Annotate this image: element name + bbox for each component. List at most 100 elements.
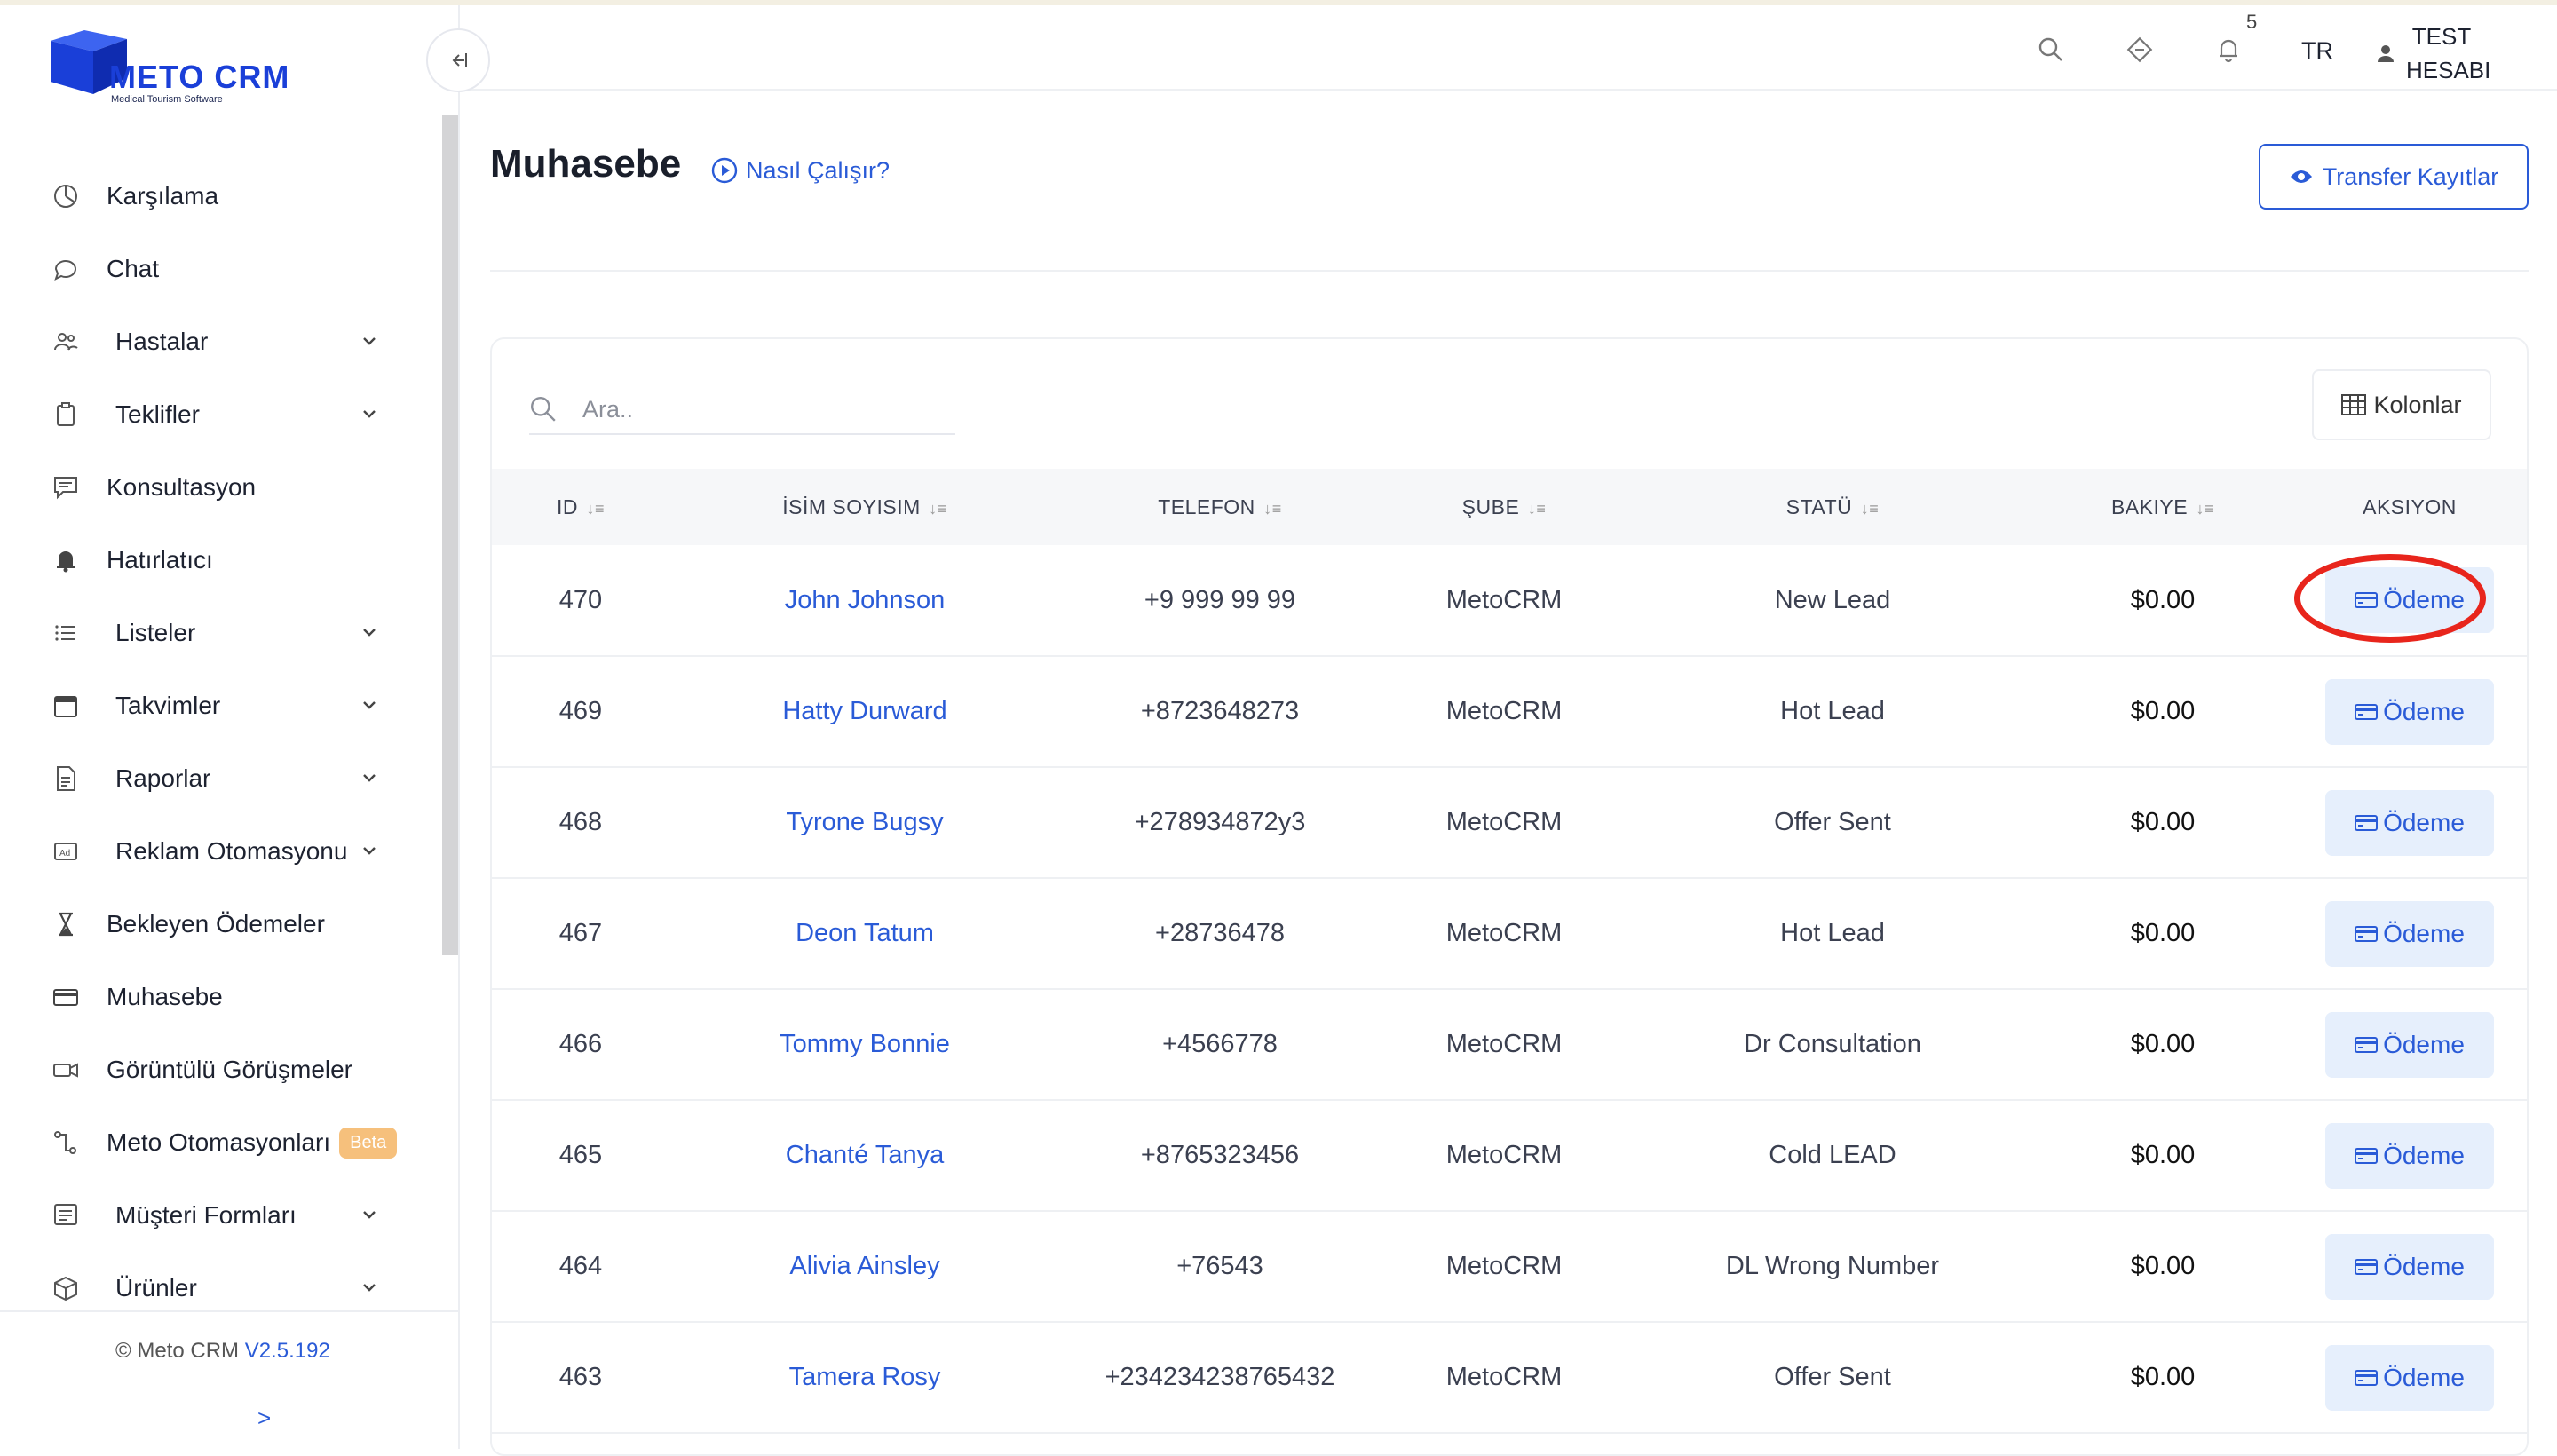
sidebar-item-label: Konsultasyon [107, 473, 257, 501]
cell-status: Cold LEAD [1769, 1141, 1896, 1169]
collapse-sidebar-button[interactable] [426, 28, 490, 92]
patient-name-link[interactable]: Chanté Tanya [669, 1100, 1060, 1211]
page-title: Muhasebe [490, 142, 682, 186]
payment-button[interactable]: Ödeme [2325, 1344, 2494, 1411]
patient-name-link[interactable]: Tamera Rosy [669, 1322, 1060, 1433]
sidebar-item-takvimler[interactable]: Takvimler [0, 669, 440, 742]
payment-button-label: Ödeme [2383, 697, 2465, 725]
list-icon [50, 617, 82, 649]
column-header-status[interactable]: STATÜ ↓≡ [1628, 469, 2037, 545]
column-header-balance[interactable]: BAKIYE ↓≡ [2037, 469, 2289, 545]
how-it-works-link[interactable]: Nasıl Çalışır? [710, 156, 890, 185]
payment-button[interactable]: Ödeme [2325, 678, 2494, 745]
table-row: 464 Alivia Ainsley +76543 MetoCRM DL Wrong N… [492, 1211, 2527, 1322]
column-header-label: STATÜ [1785, 495, 1853, 518]
cell-status: Hot Lead [1780, 697, 1885, 725]
payment-button-label: Ödeme [2383, 919, 2465, 947]
payment-button[interactable]: Ödeme [2325, 1011, 2494, 1078]
ad-icon: Ad [50, 835, 82, 867]
sidebar-item-karsilama[interactable]: Karşılama [0, 160, 440, 233]
sidebar-item-bekleyen-odemeler[interactable]: Bekleyen Ödemeler [0, 888, 440, 961]
column-header-label: ID [556, 495, 578, 518]
payment-button[interactable]: Ödeme [2325, 567, 2494, 633]
sidebar-item-label: Ürünler [115, 1274, 197, 1302]
sidebar-item-hastalar[interactable]: Hastalar [0, 305, 440, 378]
chevron-down-icon[interactable] [359, 330, 380, 352]
patient-name-link[interactable]: Tommy Bonnie [669, 989, 1060, 1100]
sidebar-item-konsultasyon[interactable]: Konsultasyon [0, 451, 440, 524]
transfer-records-button[interactable]: Transfer Kayıtlar [2259, 144, 2529, 210]
chevron-down-icon[interactable] [359, 1204, 380, 1225]
notification-count: 5 [2246, 11, 2258, 33]
chevron-down-icon[interactable] [359, 1277, 380, 1298]
sort-icon[interactable]: ↓≡ [1856, 500, 1879, 518]
user-menu[interactable]: TEST HESABI [2376, 20, 2491, 87]
payment-button[interactable]: Ödeme [2325, 900, 2494, 967]
sidebar-item-label: Muhasebe [107, 983, 223, 1010]
expand-sidebar-button[interactable]: > [257, 1405, 271, 1432]
cell-balance: $0.00 [2130, 1141, 2196, 1169]
sidebar-item-raporlar[interactable]: Raporlar [0, 742, 440, 815]
column-header-phone[interactable]: TELEFON ↓≡ [1060, 469, 1380, 545]
cell-phone: +8765323456 [1140, 1141, 1300, 1169]
svg-text:Ad: Ad [59, 849, 70, 859]
sidebar-item-goruntulu-gorusmeler[interactable]: Görüntülü Görüşmeler [0, 1033, 440, 1106]
column-header-branch[interactable]: ŞUBE ↓≡ [1380, 469, 1628, 545]
cell-action: Ödeme [2289, 989, 2527, 1100]
cell-action: Ödeme [2289, 656, 2527, 767]
sort-icon[interactable]: ↓≡ [1523, 500, 1546, 518]
column-header-label: İSİM SOYISIM [782, 495, 921, 518]
cell-phone: +4566778 [1162, 1030, 1278, 1058]
chevron-down-icon[interactable] [359, 840, 380, 861]
chevron-down-icon[interactable] [359, 621, 380, 643]
sidebar-item-muhasebe[interactable]: Muhasebe [0, 961, 440, 1033]
patient-name-link[interactable]: Tyrone Bugsy [669, 767, 1060, 878]
columns-button[interactable]: Kolonlar [2312, 369, 2491, 440]
cell-balance: $0.00 [2130, 1363, 2196, 1391]
sidebar-item-teklifler[interactable]: Teklifler [0, 378, 440, 451]
credit-card-icon [2355, 1369, 2379, 1386]
patient-name-link[interactable]: Alivia Ainsley [669, 1211, 1060, 1322]
chevron-down-icon[interactable] [359, 694, 380, 716]
column-header-name[interactable]: İSİM SOYISIM ↓≡ [669, 469, 1060, 545]
chevron-down-icon[interactable] [359, 767, 380, 788]
sidebar-item-meto-otomasyonlari[interactable]: Meto Otomasyonları Beta [0, 1106, 440, 1179]
cell-id: 463 [558, 1363, 603, 1391]
sidebar-item-reklam-otomasyonu[interactable]: Ad Reklam Otomasyonu [0, 815, 440, 888]
search-icon[interactable] [2033, 32, 2069, 67]
credit-card-icon [2355, 703, 2379, 720]
cell-status: DL Wrong Number [1725, 1252, 1940, 1280]
patient-name-link[interactable]: Hatty Durward [669, 656, 1060, 767]
payment-button[interactable]: Ödeme [2325, 789, 2494, 856]
cell-balance: $0.00 [2130, 697, 2196, 725]
sidebar-scrollbar[interactable] [442, 115, 458, 955]
cell-id: 470 [558, 585, 603, 614]
sort-icon[interactable]: ↓≡ [582, 500, 605, 518]
sidebar-item-hatirlatici[interactable]: Hatırlatıcı [0, 524, 440, 597]
column-header-label: BAKIYE [2110, 495, 2189, 518]
brand-logo[interactable]: METO CRM Medical Tourism Software [49, 23, 315, 112]
sort-icon[interactable]: ↓≡ [2191, 500, 2214, 518]
cell-branch: MetoCRM [1445, 1030, 1563, 1058]
table-header: ID ↓≡ İSİM SOYISIM ↓≡ TELEFON ↓≡ ŞUBE ↓≡ STA… [492, 469, 2527, 545]
user-name-line2: HESABI [2406, 57, 2491, 83]
payment-button-label: Ödeme [2383, 586, 2465, 613]
sort-icon[interactable]: ↓≡ [924, 500, 947, 518]
sidebar-item-label: Bekleyen Ödemeler [107, 910, 325, 938]
columns-button-label: Kolonlar [2373, 391, 2462, 418]
patient-name-link[interactable]: John Johnson [669, 545, 1060, 656]
chevron-down-icon[interactable] [359, 403, 380, 424]
sidebar-item-listeler[interactable]: Listeler [0, 597, 440, 669]
sort-icon[interactable]: ↓≡ [1259, 500, 1282, 518]
patient-name-link[interactable]: Deon Tatum [669, 878, 1060, 989]
sidebar-item-musteri-formlari[interactable]: Müşteri Formları [0, 1179, 440, 1252]
diamond-icon[interactable] [2122, 32, 2157, 67]
language-selector[interactable]: TR [2301, 37, 2333, 65]
payment-button[interactable]: Ödeme [2325, 1122, 2494, 1189]
payment-button[interactable]: Ödeme [2325, 1233, 2494, 1300]
sidebar-item-chat[interactable]: Chat [0, 233, 440, 305]
notification-bell-icon[interactable] [2211, 32, 2246, 67]
search-input[interactable] [582, 395, 920, 423]
chat-bubble-icon [50, 253, 82, 285]
column-header-id[interactable]: ID ↓≡ [492, 469, 669, 545]
